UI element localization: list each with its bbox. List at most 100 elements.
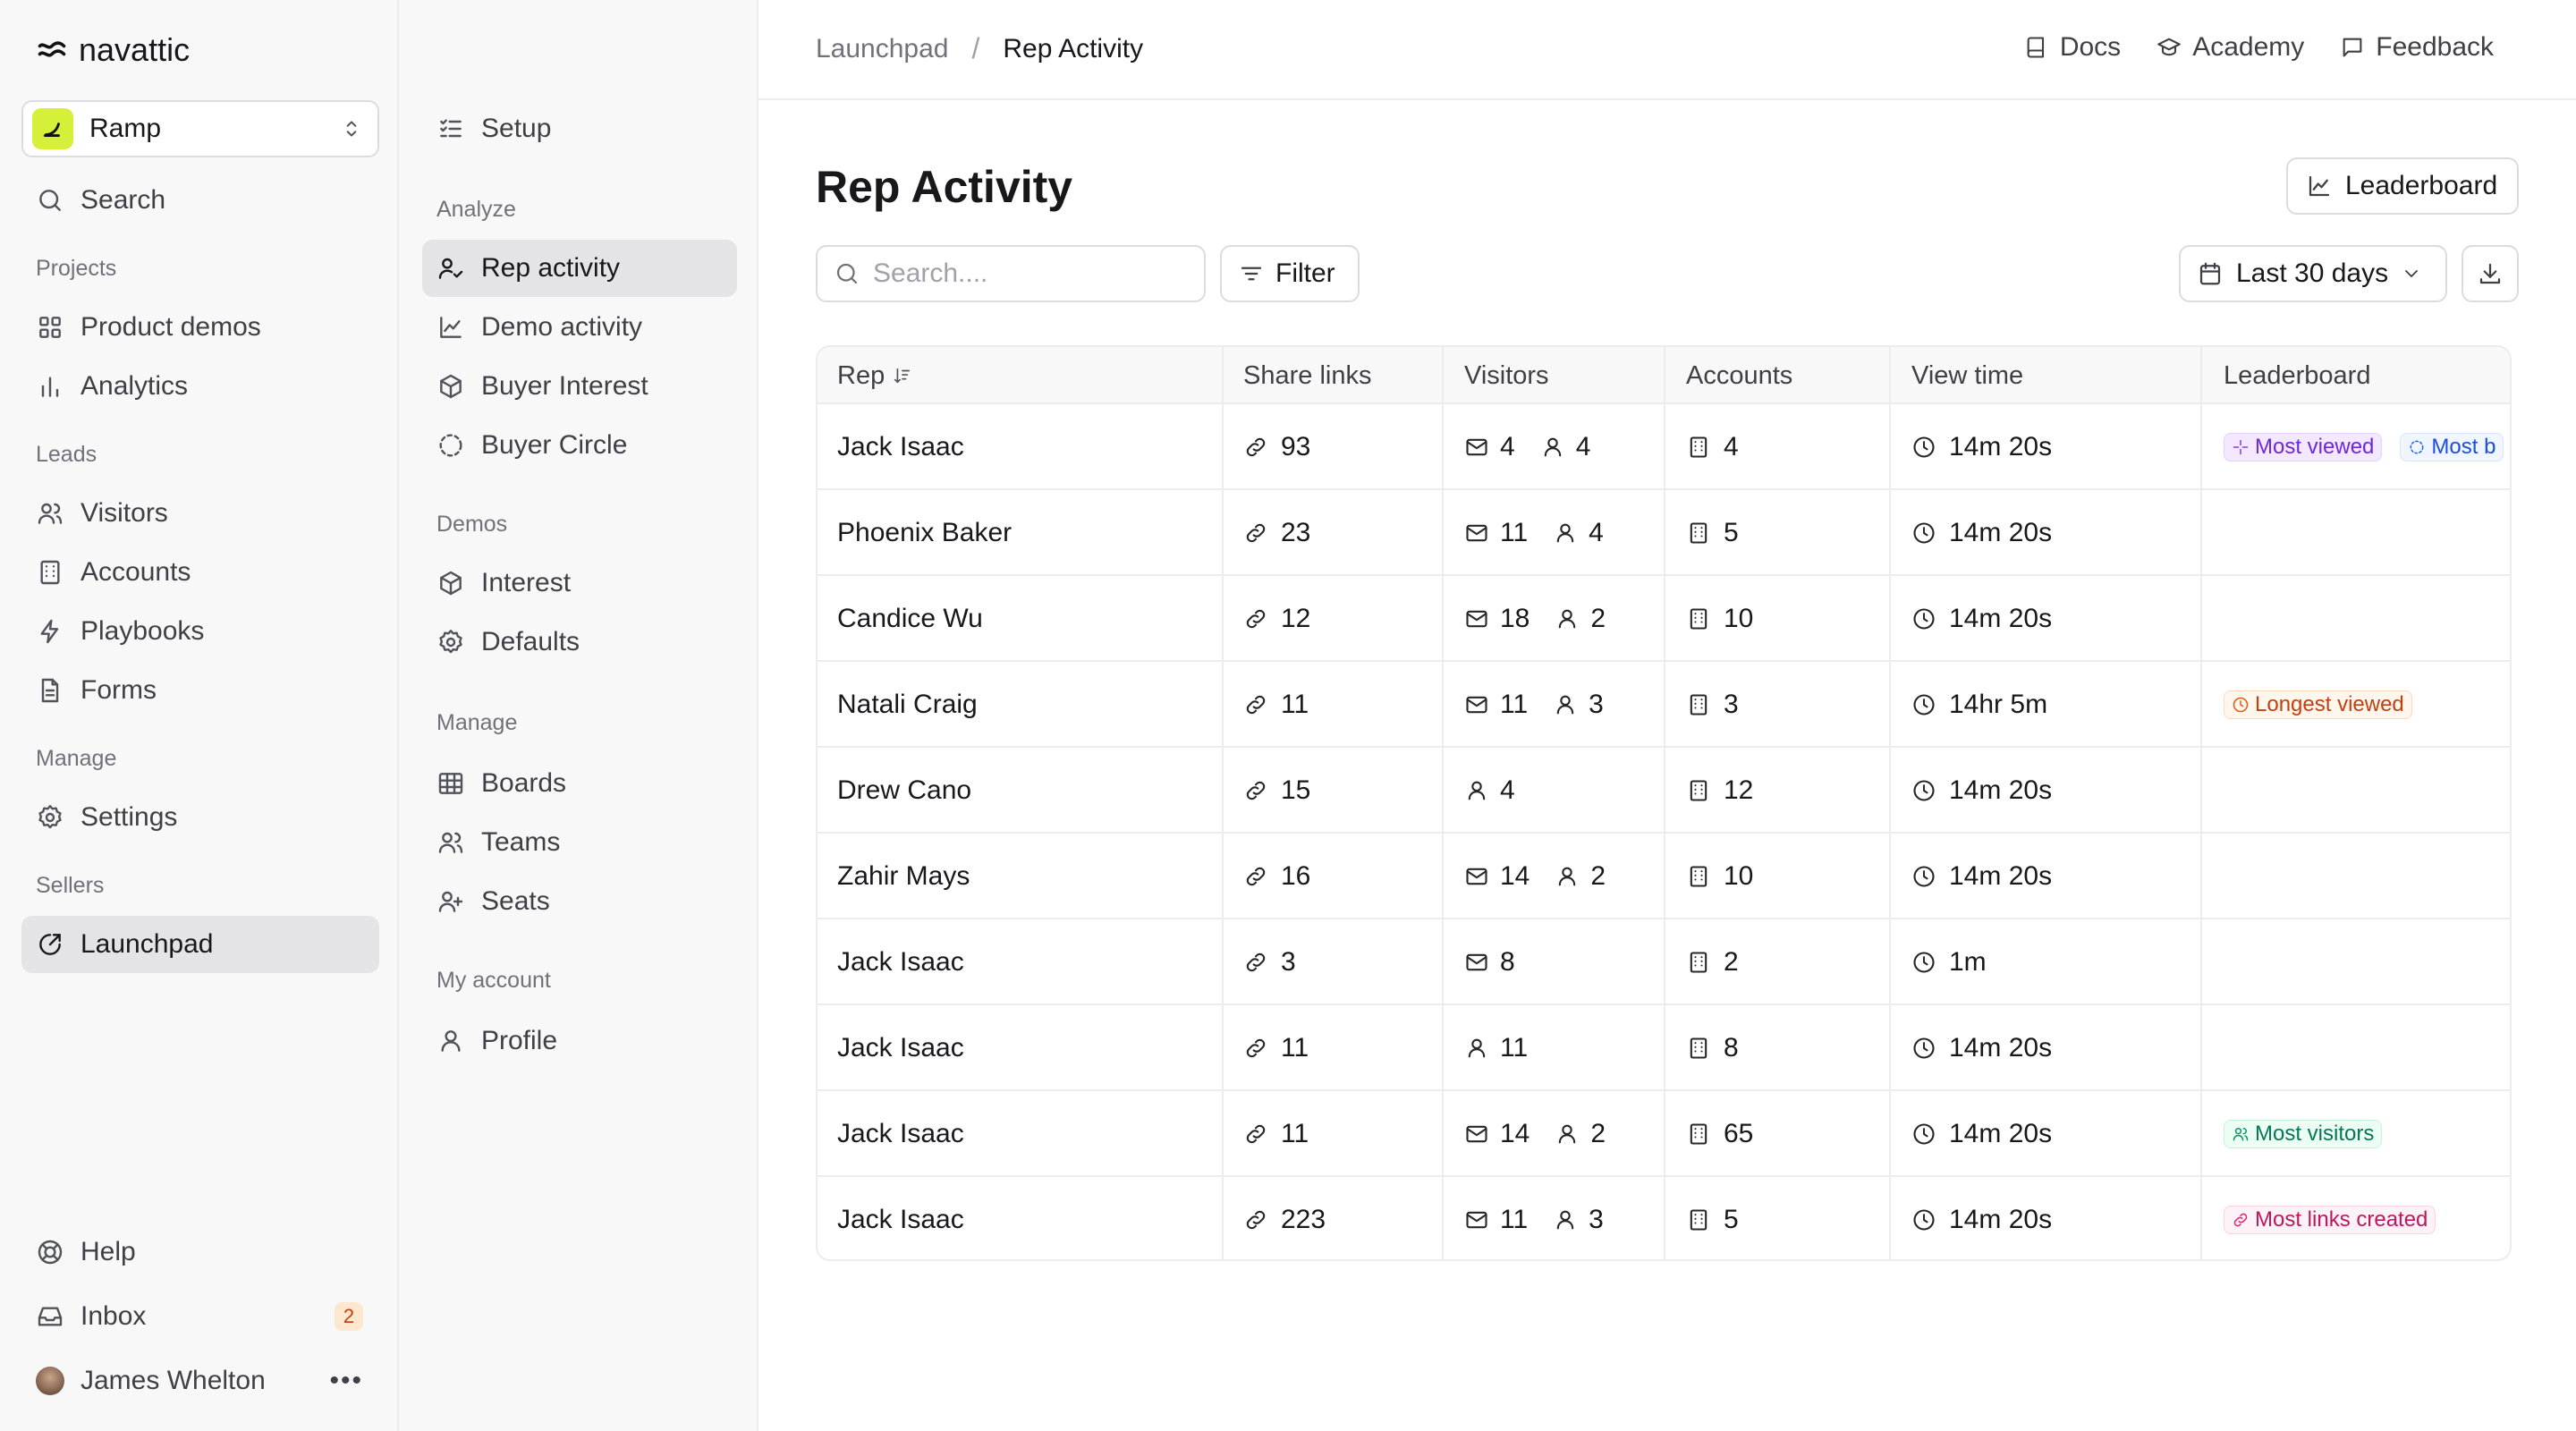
workspace-switcher[interactable]: Ramp	[21, 100, 379, 157]
feedback-link[interactable]: Feedback	[2340, 32, 2494, 63]
sidebar-item-label: Inbox	[80, 1301, 147, 1331]
building-icon	[1686, 606, 1711, 631]
user-icon	[1464, 778, 1489, 803]
ramp-icon	[41, 117, 64, 140]
accounts-count: 3	[1724, 690, 1739, 719]
user-icon	[1553, 692, 1578, 717]
email-visitors-count: 11	[1500, 518, 1529, 547]
visitors-cell: 18 2	[1464, 576, 1606, 662]
badge-label: Most visitors	[2255, 1122, 2375, 1146]
subnav-item-label: Interest	[481, 568, 572, 597]
download-button[interactable]	[2462, 245, 2519, 302]
search-field[interactable]	[816, 245, 1206, 302]
anonymous-visitors-count: 11	[1500, 1033, 1529, 1063]
sidebar-search[interactable]: Search	[21, 172, 379, 229]
sidebar-item-analytics[interactable]: Analytics	[21, 358, 379, 415]
accounts-cell: 4	[1686, 404, 1739, 490]
subnav-item-defaults[interactable]: Defaults	[422, 614, 737, 671]
subnav-item-interest[interactable]: Interest	[422, 555, 737, 612]
more-options-icon[interactable]: •••	[329, 1366, 363, 1396]
subnav-item-label: Boards	[481, 768, 567, 798]
table-row[interactable]: Jack Isaac 93 4 4 4 14m 20s Most viewed Most b	[818, 404, 2510, 490]
navattic-logo[interactable]: navattic	[36, 30, 190, 70]
sort-icon[interactable]	[892, 366, 911, 385]
mail-icon	[1464, 950, 1489, 975]
table-row[interactable]: Zahir Mays 16 14 2 10 14m 20s	[818, 834, 2510, 919]
subnav-item-setup[interactable]: Setup	[422, 100, 737, 157]
sidebar-item-launchpad[interactable]: Launchpad	[21, 916, 379, 973]
column-view-time: View time	[1911, 360, 2024, 390]
sidebar-item-forms[interactable]: Forms	[21, 662, 379, 719]
accounts-cell: 2	[1686, 919, 1739, 1005]
document-icon	[36, 676, 64, 705]
table-row[interactable]: Jack Isaac 11 14 2 65 14m 20s Most visitors	[818, 1091, 2510, 1177]
mail-icon	[1464, 692, 1489, 717]
share-links-count: 93	[1281, 432, 1311, 461]
clock-icon	[1911, 521, 1936, 546]
sidebar-item-inbox[interactable]: Inbox 2	[21, 1288, 379, 1345]
table-row[interactable]: Jack Isaac 223 11 3 5 14m 20s Most links creat…	[818, 1177, 2510, 1259]
email-visitors-count: 11	[1500, 690, 1529, 719]
cube-icon	[436, 569, 465, 597]
user-menu[interactable]: James Whelton •••	[21, 1352, 379, 1410]
sidebar-item-playbooks[interactable]: Playbooks	[21, 603, 379, 660]
view-time-value: 14m 20s	[1949, 518, 2053, 547]
subnav-item-seats[interactable]: Seats	[422, 873, 737, 930]
subnav-item-boards[interactable]: Boards	[422, 755, 737, 812]
subnav-item-label: Defaults	[481, 627, 580, 656]
filter-button[interactable]: Filter	[1220, 245, 1360, 302]
building-icon	[1686, 950, 1711, 975]
subnav-item-rep-activity[interactable]: Rep activity	[422, 240, 737, 297]
date-range-select[interactable]: Last 30 days	[2179, 245, 2447, 302]
docs-link[interactable]: Docs	[2024, 32, 2121, 63]
table-row[interactable]: Jack Isaac 11 11 8 14m 20s	[818, 1005, 2510, 1091]
leaderboard-badge: Most b	[2400, 433, 2504, 461]
table-icon	[436, 769, 465, 798]
leaderboard-button[interactable]: Leaderboard	[2286, 157, 2519, 215]
table-row[interactable]: Drew Cano 15 4 12 14m 20s	[818, 748, 2510, 834]
building-icon	[1686, 1122, 1711, 1147]
table-row[interactable]: Jack Isaac 3 8 2 1m	[818, 919, 2510, 1005]
rep-name: Jack Isaac	[837, 1119, 964, 1148]
academy-link[interactable]: Academy	[2157, 32, 2304, 63]
table-row[interactable]: Phoenix Baker 23 11 4 5 14m 20s	[818, 490, 2510, 576]
link-icon	[1243, 864, 1268, 889]
subnav-item-profile[interactable]: Profile	[422, 1012, 737, 1070]
dashed-circle-icon	[436, 431, 465, 460]
building-icon	[1686, 1036, 1711, 1061]
cube-icon	[436, 372, 465, 401]
clock-icon	[1911, 606, 1936, 631]
link-icon	[1243, 950, 1268, 975]
email-visitors-count: 11	[1500, 1205, 1529, 1234]
users-icon	[2232, 1125, 2250, 1143]
table-row[interactable]: Natali Craig 11 11 3 3 14hr 5m Longest viewed	[818, 662, 2510, 748]
view-time-cell: 14hr 5m	[1911, 662, 2047, 748]
sidebar-item-label: Product demos	[80, 312, 261, 342]
docs-label: Docs	[2059, 32, 2122, 62]
users-icon	[436, 828, 465, 857]
subnav-item-teams[interactable]: Teams	[422, 814, 737, 871]
sidebar-item-product-demos[interactable]: Product demos	[21, 299, 379, 356]
sidebar-item-accounts[interactable]: Accounts	[21, 544, 379, 601]
column-rep[interactable]: Rep	[837, 347, 911, 404]
accounts-count: 10	[1724, 861, 1754, 891]
dashed-circle-icon	[2408, 438, 2426, 456]
sidebar-item-label: Search	[80, 185, 166, 215]
subnav-item-buyer-circle[interactable]: Buyer Circle	[422, 417, 737, 474]
anonymous-visitors-count: 2	[1590, 604, 1606, 633]
search-input[interactable]	[873, 258, 1177, 289]
sidebar-item-visitors[interactable]: Visitors	[21, 485, 379, 542]
subnav-item-buyer-interest[interactable]: Buyer Interest	[422, 358, 737, 415]
accounts-cell: 12	[1686, 748, 1753, 834]
subnav-item-demo-activity[interactable]: Demo activity	[422, 299, 737, 356]
user-icon	[1540, 435, 1565, 460]
breadcrumb-parent[interactable]: Launchpad	[816, 34, 948, 64]
sidebar-item-settings[interactable]: Settings	[21, 789, 379, 846]
building-icon	[1686, 521, 1711, 546]
sidebar-item-help[interactable]: Help	[21, 1224, 379, 1281]
view-time-cell: 1m	[1911, 919, 1987, 1005]
gear-icon	[36, 803, 64, 832]
table-row[interactable]: Candice Wu 12 18 2 10 14m 20s	[818, 576, 2510, 662]
share-links-cell: 16	[1243, 834, 1310, 919]
subnav-item-label: Seats	[481, 886, 550, 916]
